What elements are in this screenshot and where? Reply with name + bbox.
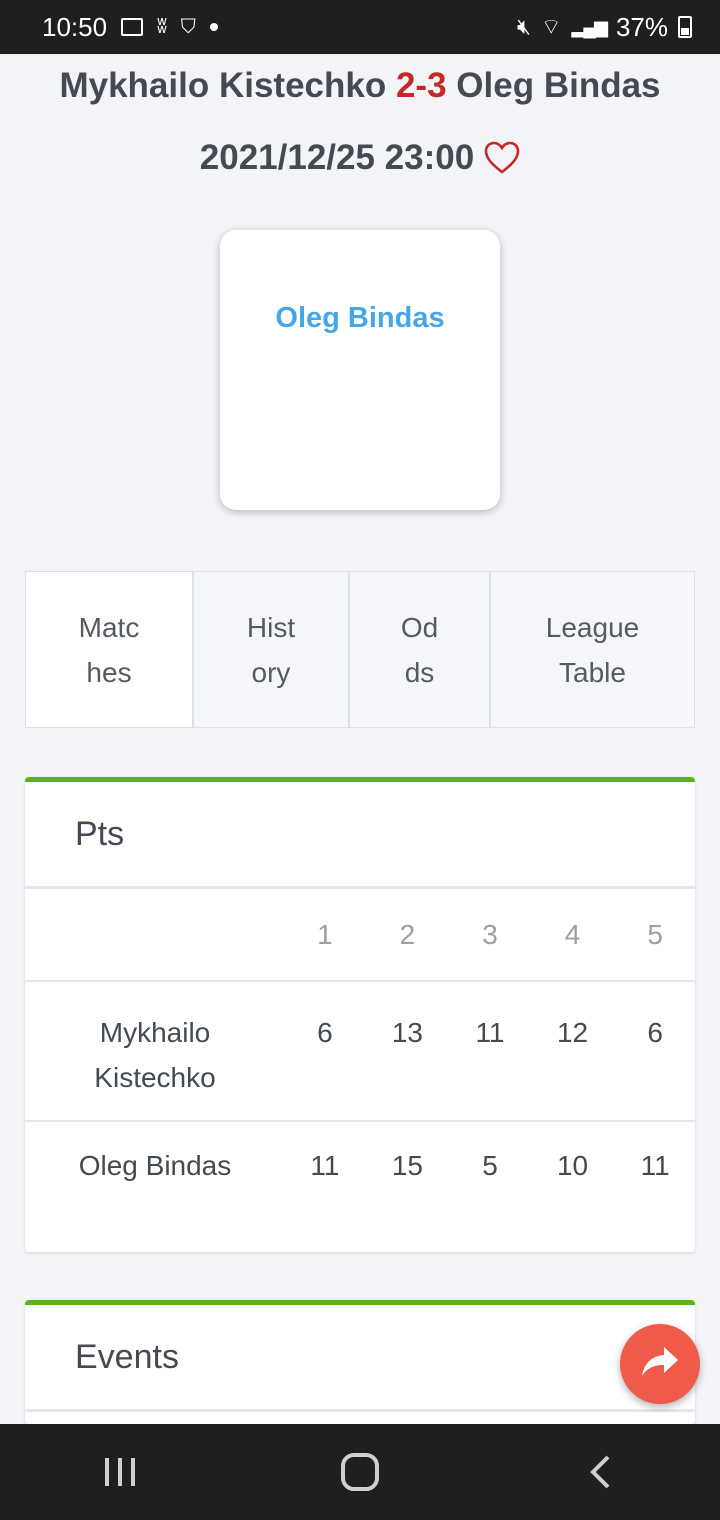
events-panel: Events xyxy=(25,1300,695,1424)
set-header: 5 xyxy=(615,889,695,982)
system-nav-bar xyxy=(0,1424,720,1520)
match-datetime-row: 2021/12/25 23:00 xyxy=(0,138,720,178)
set-score-cell: 5 xyxy=(482,1150,498,1181)
clock: 10:50 xyxy=(42,11,108,42)
gallery-notification-icon xyxy=(121,18,144,36)
more-notifications-icon xyxy=(209,23,218,31)
match-datetime: 2021/12/25 23:00 xyxy=(199,138,475,177)
recent-apps-icon xyxy=(105,1458,135,1486)
match-score: 2-3 xyxy=(395,66,447,105)
tab-label: Matc hes xyxy=(78,611,140,688)
tab-matches[interactable]: Matc hes xyxy=(26,572,194,727)
points-panel-title: Pts xyxy=(25,782,695,889)
set-score-cell: 6 xyxy=(285,981,365,1122)
tab-label: League Table xyxy=(545,611,640,688)
table-row: Oleg Bindas 11 15 5 10 11 xyxy=(25,1121,695,1245)
events-panel-title: Events xyxy=(25,1305,695,1412)
tab-label: Od ds xyxy=(400,611,439,688)
set-header: 3 xyxy=(450,889,530,982)
share-icon xyxy=(640,1345,680,1384)
set-score-cell: 13 xyxy=(364,981,451,1122)
table-row: Mykhailo Kistechko 6 13 11 12 6 xyxy=(25,981,695,1122)
battery-percent: 37% xyxy=(615,11,668,42)
tab-label: Hist ory xyxy=(246,611,296,688)
status-bar: 10:50 ʬ ⛉ 🔇︎ ⌔ ▂▄▆ 37% xyxy=(0,0,720,54)
home-icon xyxy=(341,1453,379,1491)
player-name-cell: Oleg Bindas xyxy=(78,1150,232,1181)
battery-icon xyxy=(678,16,692,38)
set-score-cell: 6 xyxy=(615,981,695,1122)
mute-icon: 🔇︎ xyxy=(516,14,531,39)
points-panel: Pts 1 2 3 4 5 Mykhailo Kistechko 6 13 11… xyxy=(25,777,695,1252)
home-button[interactable] xyxy=(330,1442,390,1502)
set-score-cell: 11 xyxy=(310,1150,340,1181)
home-player-name: Mykhailo Kistechko xyxy=(59,66,387,105)
set-header: 1 xyxy=(285,889,365,982)
set-header: 2 xyxy=(364,889,451,982)
winner-name: Oleg Bindas xyxy=(275,302,445,334)
set-score-cell: 12 xyxy=(529,981,616,1122)
winner-card[interactable]: Oleg Bindas xyxy=(220,230,500,510)
table-header-row: 1 2 3 4 5 xyxy=(25,889,695,982)
set-score-cell: 15 xyxy=(391,1150,423,1181)
tab-history[interactable]: Hist ory xyxy=(194,572,350,727)
app-notification-icon: ʬ xyxy=(157,15,167,38)
match-title: Mykhailo Kistechko 2-3 Oleg Bindas xyxy=(0,66,720,106)
recent-apps-button[interactable] xyxy=(90,1442,150,1502)
back-button[interactable] xyxy=(570,1442,630,1502)
set-score-cell: 11 xyxy=(640,1150,670,1181)
tab-league-table[interactable]: League Table xyxy=(491,572,694,727)
back-icon xyxy=(590,1455,610,1489)
section-tabs: Matc hes Hist ory Od ds League Table xyxy=(25,571,695,728)
shield-notification-icon: ⛉ xyxy=(180,15,196,38)
wifi-icon: ⌔ xyxy=(540,14,562,39)
away-player-name: Oleg Bindas xyxy=(456,66,661,105)
set-score-cell: 11 xyxy=(450,981,530,1122)
share-button[interactable] xyxy=(620,1324,700,1404)
set-header: 4 xyxy=(529,889,616,982)
signal-icon: ▂▄▆ xyxy=(571,16,608,37)
points-table: 1 2 3 4 5 Mykhailo Kistechko 6 13 11 12 … xyxy=(25,889,695,1245)
favorite-heart-icon[interactable] xyxy=(484,141,520,175)
set-score-cell: 10 xyxy=(556,1150,589,1181)
player-name-cell: Mykhailo Kistechko xyxy=(25,981,285,1122)
tab-odds[interactable]: Od ds xyxy=(350,572,491,727)
header-player-cell xyxy=(25,889,285,982)
